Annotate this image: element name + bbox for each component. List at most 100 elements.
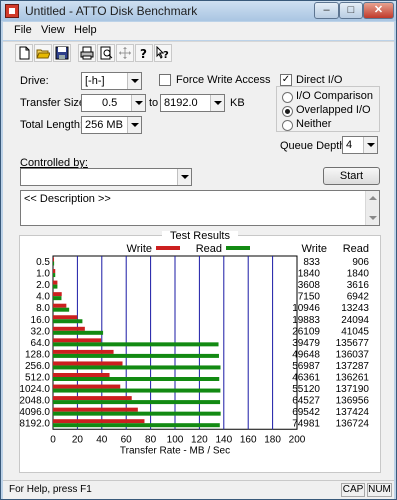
transfer-from-select[interactable]: 0.5 <box>81 94 146 112</box>
y-tick-label: 128.0 <box>25 349 50 360</box>
description-text: << Description >> <box>24 193 111 205</box>
queue-depth-select[interactable]: 4 <box>342 136 378 154</box>
test-results-chart: Test Results Write Read Write Read 0 20 40 60 80 1… <box>19 231 381 473</box>
transfer-to-value: 8192.0 <box>164 97 198 109</box>
legend-read-swatch <box>226 246 250 250</box>
queue-depth-value: 4 <box>346 139 353 151</box>
move-icon[interactable] <box>116 44 134 62</box>
y-tick-label: 512.0 <box>25 373 50 384</box>
x-tick-label: 160 <box>240 434 257 445</box>
help-icon[interactable]: ? <box>135 44 153 62</box>
read-value: 136956 <box>336 396 370 407</box>
context-help-icon[interactable]: ? <box>154 44 172 62</box>
menu-view[interactable]: View <box>41 24 65 36</box>
drive-value: [-h-] <box>85 75 105 87</box>
x-tick-label: 200 <box>289 434 306 445</box>
write-value: 55120 <box>292 384 320 395</box>
overlapped-io-label: Overlapped I/O <box>296 104 371 116</box>
description-field[interactable]: << Description >> <box>20 190 380 226</box>
menu-bar: File View Help <box>3 22 394 40</box>
read-bar <box>53 319 83 324</box>
write-bar <box>53 338 102 343</box>
controlled-by-select[interactable] <box>20 168 192 186</box>
scroll-down-icon[interactable] <box>369 216 377 220</box>
read-bar <box>53 400 221 405</box>
write-value: 69542 <box>292 407 320 418</box>
y-tick-label: 8192.0 <box>19 419 50 430</box>
legend-write-label: Write <box>127 243 152 255</box>
start-button[interactable]: Start <box>323 167 380 185</box>
read-value: 135677 <box>336 338 370 349</box>
chevron-down-icon[interactable] <box>363 137 377 153</box>
x-tick-label: 20 <box>72 434 84 445</box>
save-icon[interactable] <box>53 44 71 62</box>
x-axis-title: Transfer Rate - MB / Sec <box>120 445 230 456</box>
total-length-select[interactable]: 256 MB <box>81 116 142 134</box>
menu-help[interactable]: Help <box>74 24 97 36</box>
transfer-from-value: 0.5 <box>102 97 118 109</box>
read-bar <box>53 261 55 266</box>
y-tick-label: 32.0 <box>31 326 51 337</box>
io-comparison-label: I/O Comparison <box>296 90 374 102</box>
legend-write-swatch <box>156 246 180 250</box>
io-comparison-radio[interactable] <box>282 92 293 103</box>
x-tick-label: 0 <box>50 434 56 445</box>
new-icon[interactable] <box>15 44 33 62</box>
status-text: For Help, press F1 <box>9 484 92 495</box>
read-bar <box>53 377 220 381</box>
write-column-header: Write <box>302 243 327 255</box>
direct-io-label: Direct I/O <box>296 74 343 86</box>
chevron-down-icon[interactable] <box>127 117 141 133</box>
y-tick-label: 1.0 <box>36 269 50 280</box>
write-bar <box>53 326 85 331</box>
read-value: 24094 <box>341 315 369 326</box>
title-bar[interactable]: Untitled - ATTO Disk Benchmark – □ ✕ <box>1 1 396 21</box>
write-value: 56987 <box>292 361 320 372</box>
write-value: 39479 <box>292 338 320 349</box>
overlapped-io-radio[interactable] <box>282 106 293 117</box>
benchmark-panel: Drive: [-h-] Force Write Access ✓ Direct… <box>3 64 394 480</box>
read-value: 41045 <box>341 326 369 337</box>
read-bar <box>53 330 104 335</box>
read-bar <box>53 423 220 428</box>
menu-file[interactable]: File <box>14 24 32 36</box>
write-value: 3608 <box>298 280 321 291</box>
transfer-to-select[interactable]: 8192.0 <box>160 94 225 112</box>
total-length-label: Total Length: <box>20 119 83 131</box>
x-tick-label: 40 <box>96 434 108 445</box>
read-value: 137424 <box>336 407 370 418</box>
chevron-down-icon[interactable] <box>177 169 191 185</box>
print-icon[interactable] <box>78 44 96 62</box>
close-button[interactable]: ✕ <box>363 2 394 19</box>
write-bar <box>53 361 123 366</box>
read-bar <box>53 365 221 370</box>
direct-io-checkbox[interactable]: ✓ <box>280 74 292 86</box>
minimize-button[interactable]: – <box>314 2 339 19</box>
y-tick-label: 8.0 <box>36 303 50 314</box>
x-tick-label: 80 <box>145 434 157 445</box>
read-column-header: Read <box>343 243 369 255</box>
results-title: Test Results <box>170 231 230 242</box>
num-lock-indicator: NUM <box>367 483 392 497</box>
write-value: 49648 <box>292 349 320 360</box>
read-bar <box>53 273 56 278</box>
y-tick-label: 256.0 <box>25 361 50 372</box>
print-preview-icon[interactable] <box>97 44 115 62</box>
read-value: 6942 <box>347 292 370 303</box>
x-tick-label: 120 <box>191 434 208 445</box>
y-tick-label: 0.5 <box>36 257 50 268</box>
drive-select[interactable]: [-h-] <box>81 72 142 90</box>
open-icon[interactable] <box>34 44 52 62</box>
write-bar <box>53 303 67 308</box>
neither-radio[interactable] <box>282 120 293 131</box>
write-bar <box>53 407 138 412</box>
description-scrollbar[interactable] <box>365 191 379 225</box>
force-write-checkbox[interactable] <box>159 74 171 86</box>
chevron-down-icon[interactable] <box>210 95 224 111</box>
chevron-down-icon[interactable] <box>131 95 145 111</box>
scroll-up-icon[interactable] <box>369 196 377 200</box>
maximize-button[interactable]: □ <box>339 2 363 19</box>
read-bar <box>53 307 70 312</box>
svg-text:?: ? <box>163 50 169 60</box>
chevron-down-icon[interactable] <box>127 73 141 89</box>
